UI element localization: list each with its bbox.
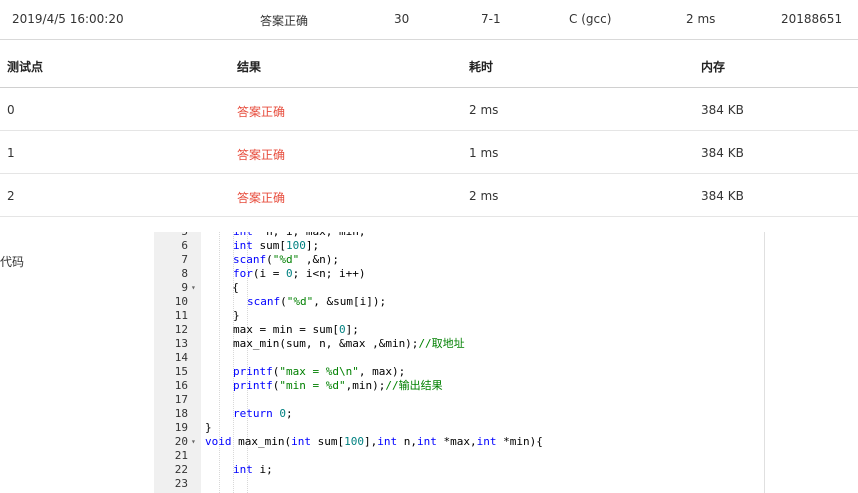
line-number: 9 xyxy=(181,281,188,294)
submission-language: C (gcc) xyxy=(569,12,612,26)
test-case-id: 0 xyxy=(7,103,15,117)
code-line: 6 int sum[100]; xyxy=(154,239,764,253)
code-line: 12 max = min = sum[0]; xyxy=(154,323,764,337)
header-memory: 内存 xyxy=(701,60,726,74)
code-line: 10 scanf("%d", &sum[i]); xyxy=(154,295,764,309)
code-line: 8 for(i = 0; i<n; i++) xyxy=(154,267,764,281)
code-editor[interactable]: 5 int n, i, max, min; 6 int sum[100]; 7 scanf… xyxy=(154,232,765,493)
line-number: 8 xyxy=(181,267,188,280)
code-line: 18 return 0; xyxy=(154,407,764,421)
submission-time: 2019/4/5 16:00:20 xyxy=(12,12,124,26)
line-number: 5 xyxy=(154,232,188,239)
code-line: 15 printf("max = %d\n", max); xyxy=(154,365,764,379)
header-time: 耗时 xyxy=(469,60,494,74)
code-text: } xyxy=(205,421,212,434)
code-line: 7 scanf("%d" ,&n); xyxy=(154,253,764,267)
header-test-case: 测试点 xyxy=(7,60,44,74)
test-case-table: 测试点 结果 耗时 内存 0 答案正确 2 ms 384 KB 1 答案正确 1… xyxy=(0,41,858,217)
code-line: 14 xyxy=(154,351,764,365)
submission-user[interactable]: 20188651 xyxy=(781,12,842,26)
code-text: int n, i, max, min; xyxy=(233,232,365,239)
fold-toggle-icon[interactable]: ▾ xyxy=(191,435,196,449)
code-text: int i; xyxy=(233,463,273,476)
code-line: 22 int i; xyxy=(154,463,764,477)
line-number: 12 xyxy=(174,323,188,336)
code-line: 16 printf("min = %d",min);//输出结果 xyxy=(154,379,764,393)
code-text: scanf("%d", &sum[i]); xyxy=(247,295,387,308)
line-number: 13 xyxy=(174,337,188,350)
test-case-result: 答案正确 xyxy=(237,148,286,162)
code-line: 20 ▾ void max_min(int sum[100],int n,int *… xyxy=(154,435,764,449)
line-number: 14 xyxy=(174,351,188,364)
code-text: void max_min(int sum[100],int n,int *max… xyxy=(205,435,543,448)
code-line: 13 max_min(sum, n, &max ,&min);//取地址 xyxy=(154,337,764,351)
submission-score: 30 xyxy=(394,12,410,26)
code-line: 17 xyxy=(154,393,764,407)
line-number: 7 xyxy=(181,253,188,266)
table-row: 2 答案正确 2 ms 384 KB xyxy=(0,174,858,217)
line-number: 6 xyxy=(181,239,188,252)
code-line: 9 ▾ { xyxy=(154,281,764,295)
line-number: 15 xyxy=(174,365,188,378)
line-number: 23 xyxy=(174,477,188,490)
test-case-id: 2 xyxy=(7,189,15,203)
test-case-memory: 384 KB xyxy=(701,146,744,160)
fold-toggle-icon[interactable]: ▾ xyxy=(191,281,196,295)
line-number: 16 xyxy=(174,379,188,392)
table-row: 1 答案正确 1 ms 384 KB xyxy=(0,131,858,174)
line-number: 19 xyxy=(174,421,188,434)
table-header-row: 测试点 结果 耗时 内存 xyxy=(0,41,858,88)
test-case-time: 1 ms xyxy=(469,146,499,160)
line-number: 21 xyxy=(174,449,188,462)
test-case-memory: 384 KB xyxy=(701,103,744,117)
line-number: 20 xyxy=(174,435,188,448)
test-case-result: 答案正确 xyxy=(237,105,286,119)
line-number: 10 xyxy=(174,295,188,308)
code-line: 5 int n, i, max, min; xyxy=(154,232,764,239)
test-case-memory: 384 KB xyxy=(701,189,744,203)
code-text: { xyxy=(219,281,239,294)
code-line: 23 xyxy=(154,477,764,491)
header-result: 结果 xyxy=(237,60,262,74)
code-line: 21 xyxy=(154,449,764,463)
code-text: scanf("%d" ,&n); xyxy=(233,253,339,266)
code-text: max_min(sum, n, &max ,&min);//取地址 xyxy=(233,337,465,350)
code-text: return 0; xyxy=(233,407,293,420)
code-text: printf("max = %d\n", max); xyxy=(233,365,406,378)
code-text: } xyxy=(233,309,240,322)
code-line: 19} xyxy=(154,421,764,435)
line-number: 22 xyxy=(174,463,188,476)
code-text: max = min = sum[0]; xyxy=(233,323,359,336)
code-line: 11} xyxy=(154,309,764,323)
submission-status: 答案正确 xyxy=(260,14,309,28)
submission-summary-bar: 2019/4/5 16:00:20 答案正确 30 7-1 C (gcc) 2 … xyxy=(0,0,858,40)
code-text: for(i = 0; i<n; i++) xyxy=(233,267,366,280)
code-section-label: 代码 xyxy=(0,255,25,269)
test-case-id: 1 xyxy=(7,146,15,160)
line-number: 18 xyxy=(174,407,188,420)
code-text: int sum[100]; xyxy=(233,239,320,252)
test-case-time: 2 ms xyxy=(469,189,499,203)
line-number: 17 xyxy=(174,393,188,406)
code-text: printf("min = %d",min);//输出结果 xyxy=(233,379,443,392)
problem-link[interactable]: 7-1 xyxy=(481,12,501,26)
table-row: 0 答案正确 2 ms 384 KB xyxy=(0,88,858,131)
test-case-result: 答案正确 xyxy=(237,191,286,205)
test-case-time: 2 ms xyxy=(469,103,499,117)
submission-run-time: 2 ms xyxy=(686,12,716,26)
line-number: 11 xyxy=(174,309,188,322)
